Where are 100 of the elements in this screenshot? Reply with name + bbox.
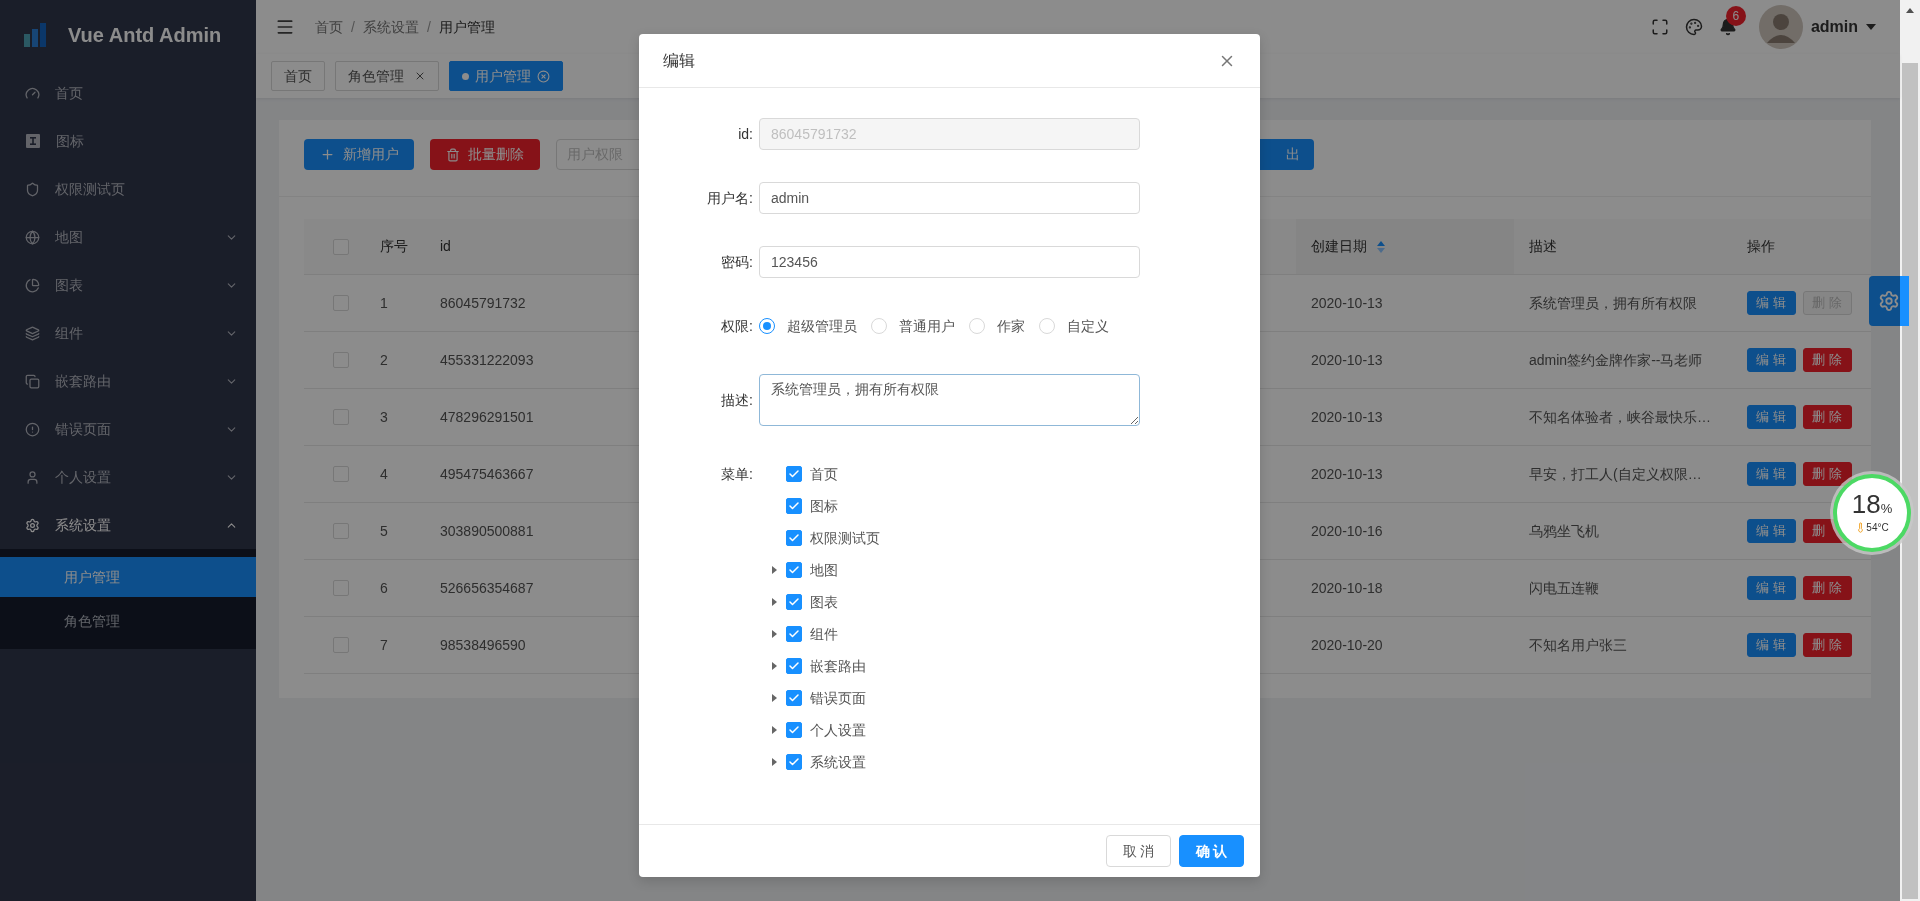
- edit-button[interactable]: 编 辑: [1747, 519, 1796, 543]
- tree-node-label[interactable]: 图表: [810, 591, 838, 613]
- page-tab[interactable]: 用户管理: [449, 61, 563, 91]
- tree-checkbox[interactable]: [786, 466, 802, 482]
- tree-node-label[interactable]: 个人设置: [810, 719, 866, 741]
- close-icon[interactable]: [414, 70, 426, 82]
- caret-right-icon[interactable]: [771, 566, 777, 574]
- delete-button[interactable]: 删 除: [1803, 405, 1852, 429]
- description-cell-text: 早安，打工人(自定义权限…: [1529, 464, 1702, 484]
- fullscreen-icon[interactable]: [1650, 18, 1669, 36]
- scroll-up-arrow-icon[interactable]: [1906, 8, 1914, 13]
- radio-option[interactable]: 超级管理员: [759, 315, 857, 337]
- tree-node-label[interactable]: 嵌套路由: [810, 655, 866, 677]
- caret-right-icon[interactable]: [771, 694, 777, 702]
- radio-option[interactable]: 普通用户: [871, 315, 955, 337]
- menu-item[interactable]: 系统设置: [0, 501, 256, 549]
- menu-icon[interactable]: [275, 17, 295, 37]
- tree-node-label[interactable]: 系统设置: [810, 751, 866, 773]
- description-field[interactable]: 系统管理员，拥有所有权限: [759, 374, 1140, 426]
- sort-icon[interactable]: [1377, 240, 1385, 253]
- column-header: 序号: [380, 237, 408, 256]
- delete-button[interactable]: 删 除: [1803, 348, 1852, 372]
- radio-option[interactable]: 自定义: [1039, 315, 1109, 337]
- user-name[interactable]: admin: [1810, 15, 1858, 39]
- tree-node-label[interactable]: 地图: [810, 559, 838, 581]
- id-cell-text: 98538496590: [440, 635, 526, 655]
- tree-checkbox[interactable]: [786, 626, 802, 642]
- check-icon: [788, 468, 800, 480]
- tree-checkbox[interactable]: [786, 562, 802, 578]
- delete-button[interactable]: 删 除: [1803, 462, 1852, 486]
- edit-button[interactable]: 编 辑: [1747, 291, 1796, 315]
- radio-option[interactable]: 作家: [969, 315, 1025, 337]
- confirm-button[interactable]: 确 认: [1179, 835, 1244, 867]
- menu-item[interactable]: 组件: [0, 309, 256, 357]
- column-header: 描述: [1529, 237, 1557, 256]
- menu-item[interactable]: 首页: [0, 69, 256, 117]
- tree-node-label[interactable]: 图标: [810, 495, 838, 517]
- menu-item[interactable]: 个人设置: [0, 453, 256, 501]
- menu-item[interactable]: 错误页面: [0, 405, 256, 453]
- tree-node-label[interactable]: 权限测试页: [810, 527, 880, 549]
- tree-node-label[interactable]: 错误页面: [810, 687, 866, 709]
- tree-checkbox[interactable]: [786, 594, 802, 610]
- tree-node-label[interactable]: 组件: [810, 623, 838, 645]
- check-icon: [788, 500, 800, 512]
- column-header[interactable]: 创建日期: [1311, 236, 1367, 257]
- tree-node-label[interactable]: 首页: [810, 463, 838, 485]
- page-tab[interactable]: 首页: [271, 61, 325, 91]
- cpu-unit: %: [1880, 502, 1893, 515]
- tree-checkbox[interactable]: [786, 754, 802, 770]
- add-button[interactable]: 新增用户: [304, 139, 414, 170]
- caret-right-icon[interactable]: [771, 726, 777, 734]
- caret-icon[interactable]: [1866, 24, 1876, 30]
- settings-button[interactable]: [1869, 276, 1909, 326]
- avatar[interactable]: [1758, 5, 1803, 49]
- delete-button[interactable]: 删 除: [1803, 576, 1852, 600]
- submenu-item[interactable]: 角色管理: [0, 601, 256, 641]
- edit-button[interactable]: 编 辑: [1747, 348, 1796, 372]
- scrollbar[interactable]: [1900, 0, 1920, 901]
- settings-icon: [1878, 290, 1900, 312]
- menu-item[interactable]: 权限测试页: [0, 165, 256, 213]
- shield-icon: [25, 181, 40, 197]
- caret-right-icon[interactable]: [771, 598, 777, 606]
- cancel-button[interactable]: 取 消: [1106, 835, 1171, 867]
- menu-item[interactable]: 嵌套路由: [0, 357, 256, 405]
- description-cell-text: 闪电五连鞭: [1529, 578, 1599, 598]
- submenu-item[interactable]: 用户管理: [0, 557, 256, 597]
- menu-item[interactable]: 地图: [0, 213, 256, 261]
- tree-checkbox[interactable]: [786, 690, 802, 706]
- caret-right-icon[interactable]: [771, 630, 777, 638]
- tree-checkbox[interactable]: [786, 658, 802, 674]
- user-icon: [25, 469, 40, 485]
- menu-item[interactable]: 图标: [0, 117, 256, 165]
- caret-right-icon[interactable]: [771, 662, 777, 670]
- edit-button[interactable]: 编 辑: [1747, 405, 1796, 429]
- batch-delete-button[interactable]: 批量删除: [430, 139, 540, 170]
- tree-checkbox[interactable]: [786, 722, 802, 738]
- caret-right-icon[interactable]: [771, 758, 777, 766]
- palette-icon[interactable]: [1684, 18, 1703, 36]
- tree-checkbox[interactable]: [786, 530, 802, 546]
- breadcrumb-item[interactable]: 首页: [315, 16, 343, 38]
- text-field[interactable]: 123456: [759, 246, 1140, 278]
- radio-button[interactable]: [759, 318, 775, 334]
- delete-button[interactable]: 删 除: [1803, 633, 1852, 657]
- close-icon[interactable]: [537, 69, 550, 83]
- field-label: 权限:: [721, 318, 753, 334]
- edit-button[interactable]: 编 辑: [1747, 576, 1796, 600]
- edit-button[interactable]: 编 辑: [1747, 633, 1796, 657]
- field-label: 菜单:: [721, 464, 753, 484]
- menu-item[interactable]: 图表: [0, 261, 256, 309]
- edit-button[interactable]: 编 辑: [1747, 462, 1796, 486]
- index-cell-text: 3: [380, 407, 388, 427]
- notification-badge: 6: [1725, 6, 1746, 26]
- text-field[interactable]: admin: [759, 182, 1140, 214]
- index-cell-text: 1: [380, 293, 388, 313]
- tree-checkbox[interactable]: [786, 498, 802, 514]
- check-icon: [788, 660, 800, 672]
- description-cell-text: 系统管理员，拥有所有权限: [1529, 293, 1697, 313]
- breadcrumb-item[interactable]: 系统设置: [362, 16, 419, 38]
- index-cell-text: 5: [380, 521, 388, 541]
- page-tab[interactable]: 角色管理: [335, 61, 439, 91]
